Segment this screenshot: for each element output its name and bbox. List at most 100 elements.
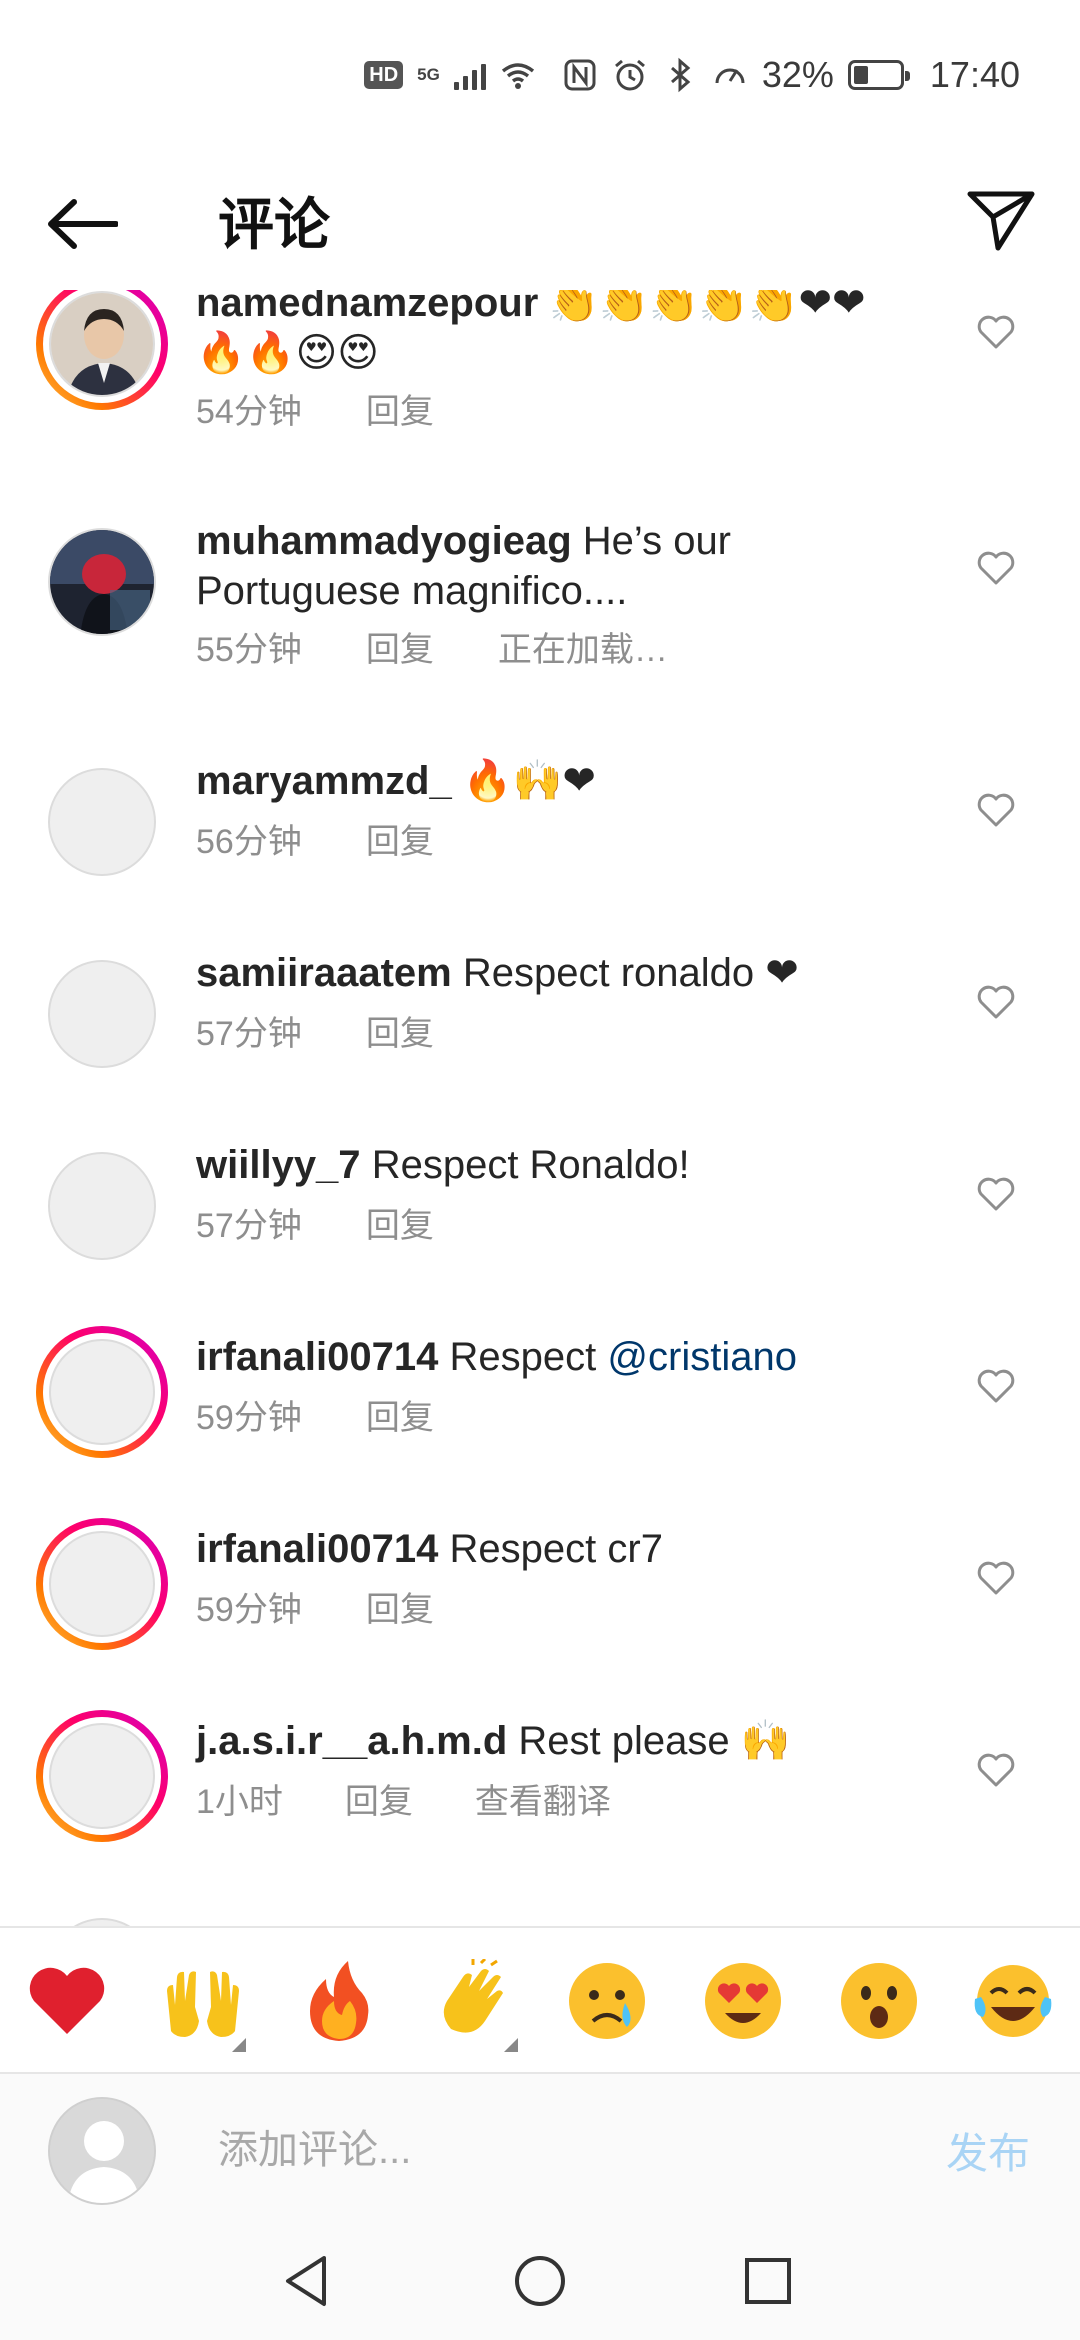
emoji-clapping-button[interactable] bbox=[420, 1946, 530, 2056]
emoji-fire-button[interactable] bbox=[284, 1946, 394, 2056]
like-button[interactable] bbox=[970, 1360, 1022, 1412]
avatar bbox=[49, 1531, 155, 1637]
comments-list[interactable]: namednamzepour 👏👏👏👏👏❤❤ 🔥🔥😍😍 54分钟 回复 muha… bbox=[0, 290, 1080, 1926]
clock: 17:40 bbox=[929, 54, 1020, 95]
comment-username[interactable]: irfanali00714 bbox=[196, 1335, 438, 1379]
like-button[interactable] bbox=[970, 1552, 1022, 1604]
comment-emoji-line: 👏👏👏👏👏❤❤ bbox=[549, 290, 866, 326]
battery-fill bbox=[853, 66, 868, 84]
avatar-story-ring[interactable] bbox=[36, 1326, 168, 1458]
comment-content: Respect Ronaldo! bbox=[371, 1143, 690, 1187]
avatar-wrapper[interactable] bbox=[36, 756, 168, 888]
circle-home-icon bbox=[515, 2256, 565, 2306]
emoji-raising-hands-button[interactable] bbox=[148, 1946, 258, 2056]
alarm-icon bbox=[614, 59, 645, 91]
network-indicators: HD 5G bbox=[364, 57, 536, 93]
emoji-surprised-button[interactable] bbox=[824, 1946, 934, 2056]
comment-meta: 54分钟 回复 bbox=[196, 384, 434, 433]
comment-emoji-line: 🔥🔥😍😍 bbox=[196, 330, 380, 376]
nav-back-button[interactable] bbox=[272, 2246, 342, 2316]
like-button[interactable] bbox=[970, 1168, 1022, 1220]
page-title: 评论 bbox=[218, 193, 330, 256]
avatar bbox=[49, 1723, 155, 1829]
comment-text: wiillyy_7 Respect Ronaldo! bbox=[196, 1140, 930, 1190]
heart-outline-icon bbox=[977, 1561, 1015, 1595]
like-button[interactable] bbox=[970, 1744, 1022, 1796]
avatar-wrapper[interactable] bbox=[36, 1140, 168, 1272]
avatar bbox=[48, 1918, 156, 1926]
reply-button[interactable]: 回复 bbox=[345, 1774, 413, 1823]
avatar bbox=[49, 291, 155, 397]
comment-username[interactable]: maryammzd_ bbox=[196, 759, 452, 803]
reply-button[interactable]: 回复 bbox=[366, 1198, 434, 1247]
battery-percentage: 32% bbox=[761, 54, 834, 95]
emoji-heart-eyes-button[interactable] bbox=[688, 1946, 798, 2056]
nav-home-button[interactable] bbox=[505, 2246, 575, 2316]
mention-link[interactable]: @cristiano bbox=[607, 1335, 797, 1379]
comment-content: Respect bbox=[449, 1335, 597, 1379]
comment-username[interactable]: samiiraaatem bbox=[196, 951, 452, 995]
heart-outline-icon bbox=[977, 315, 1015, 349]
emoji-heart-button[interactable] bbox=[12, 1946, 122, 2056]
heart-outline-icon bbox=[977, 551, 1015, 585]
like-button[interactable] bbox=[970, 976, 1022, 1028]
comment-username[interactable]: wiillyy_7 bbox=[196, 1143, 361, 1187]
emoji-crying-button[interactable] bbox=[552, 1946, 662, 2056]
system-navigation-bar bbox=[0, 2222, 1080, 2340]
post-button[interactable]: 发布 bbox=[946, 2120, 1030, 2181]
like-button[interactable] bbox=[970, 784, 1022, 836]
comment-text: samiiraaatem Respect ronaldo ❤ bbox=[196, 948, 930, 998]
comment-content: Respect cr7 bbox=[449, 1527, 663, 1571]
heart-outline-icon bbox=[977, 1177, 1015, 1211]
surprised-face-icon bbox=[841, 1963, 917, 2039]
avatar-wrapper[interactable] bbox=[36, 516, 168, 648]
reply-button[interactable]: 回复 bbox=[366, 814, 434, 863]
skin-tone-indicator bbox=[504, 2038, 518, 2052]
avatar bbox=[48, 768, 156, 876]
arrow-left-icon bbox=[48, 199, 118, 249]
comment-username[interactable]: namednamzepour bbox=[196, 290, 538, 325]
comment-meta: 56分钟 回复 bbox=[196, 814, 434, 863]
comment-content: Rest please 🙌 bbox=[518, 1719, 791, 1763]
reply-button[interactable]: 回复 bbox=[366, 1006, 434, 1055]
paper-plane-icon bbox=[967, 191, 1035, 251]
heart-eyes-face-icon bbox=[705, 1963, 781, 2039]
signal-icon bbox=[453, 60, 486, 90]
comment-username[interactable]: j.a.s.i.r__a.h.m.d bbox=[196, 1719, 507, 1763]
comment-time: 55分钟 bbox=[196, 631, 302, 669]
avatar-wrapper[interactable] bbox=[36, 1906, 168, 1926]
comment-content: 🔥🙌❤ bbox=[462, 758, 596, 804]
network-type: 5G bbox=[417, 65, 440, 84]
comment-username[interactable]: muhammadyogieag bbox=[196, 519, 572, 563]
reply-button[interactable]: 回复 bbox=[366, 1390, 434, 1439]
crying-face-icon bbox=[569, 1963, 645, 2039]
comment-meta: 1小时 回复 查看翻译 bbox=[196, 1774, 611, 1823]
comment-input[interactable] bbox=[216, 2114, 920, 2186]
reply-button[interactable]: 回复 bbox=[366, 1582, 434, 1631]
comment-meta: 55分钟 回复 正在加载… bbox=[196, 622, 668, 671]
reply-button[interactable]: 回复 bbox=[366, 622, 434, 671]
comment-meta: 59分钟 回复 bbox=[196, 1582, 434, 1631]
emoji-laughing-button[interactable] bbox=[958, 1946, 1068, 2056]
speed-icon bbox=[715, 68, 745, 84]
comment-time: 57分钟 bbox=[196, 1207, 302, 1245]
avatar-story-ring[interactable] bbox=[36, 1518, 168, 1650]
avatar-wrapper[interactable] bbox=[36, 948, 168, 1080]
status-bar: HD 5G 32% 17:40 bbox=[0, 0, 1080, 150]
back-button[interactable] bbox=[42, 184, 122, 264]
see-translation-button[interactable]: 查看翻译 bbox=[475, 1774, 611, 1823]
avatar-story-ring[interactable] bbox=[36, 290, 168, 410]
nav-recent-button[interactable] bbox=[733, 2246, 803, 2316]
share-button[interactable] bbox=[956, 176, 1046, 266]
loading-status: 正在加载… bbox=[497, 631, 668, 669]
triangle-back-icon bbox=[286, 2256, 326, 2306]
like-button[interactable] bbox=[970, 542, 1022, 594]
like-button[interactable] bbox=[970, 306, 1022, 358]
comment-time: 59分钟 bbox=[196, 1399, 302, 1437]
comment-text: namednamzepour 👏👏👏👏👏❤❤ 🔥🔥😍😍 bbox=[196, 290, 930, 378]
clapping-hands-icon bbox=[443, 1959, 503, 2033]
avatar-story-ring[interactable] bbox=[36, 1710, 168, 1842]
reply-button[interactable]: 回复 bbox=[366, 384, 434, 433]
comment-username[interactable]: irfanali00714 bbox=[196, 1527, 438, 1571]
skin-tone-indicator bbox=[232, 2038, 246, 2052]
